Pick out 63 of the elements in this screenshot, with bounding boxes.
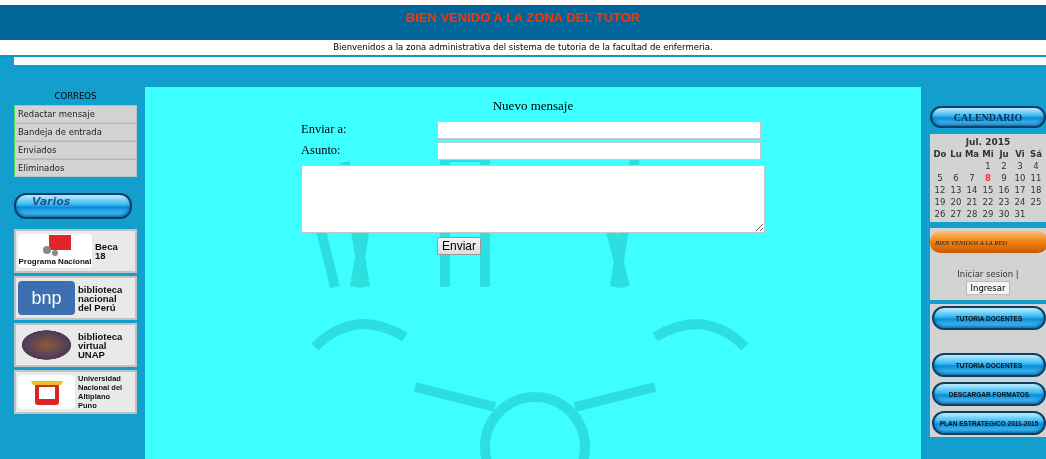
banner-text: Beca 18 [95,242,118,260]
calendar-day[interactable]: 23 [996,197,1012,207]
weekday-label: Ma [964,149,980,159]
calendar-day[interactable]: 28 [964,209,980,219]
logo-caption: Programa Nacional [18,257,92,266]
menu-item[interactable]: Bandeja de entrada [14,123,137,141]
logo-caption: bnp [31,287,62,309]
calendar-day[interactable]: 26 [932,209,948,219]
weekday-label: Vi [1014,149,1026,159]
section-pill: Varios [14,193,132,219]
calendar-day[interactable]: 17 [1012,185,1028,195]
login-button[interactable]: Ingresar [965,281,1011,295]
weekday-label: Sá [1029,149,1043,159]
weekday-label: Lu [949,149,963,159]
calendar-day[interactable]: 18 [1028,185,1044,195]
calendar-day[interactable]: 15 [980,185,996,195]
calendar-day[interactable]: 4 [1028,161,1044,171]
menu-item[interactable]: Eliminados [14,159,137,177]
calendar-month: Jul. 2015 [964,137,1012,147]
field-label: Asunto: [301,143,342,158]
calendar-day[interactable]: 14 [964,185,980,195]
calendar-day[interactable]: 3 [1012,161,1028,171]
calendar-day[interactable]: 1 [980,161,996,171]
weekday-label: Ju [998,149,1010,159]
link-banner[interactable]: biblioteca virtual UNAP [14,323,137,367]
calendar-day[interactable]: 20 [948,197,964,207]
calendar-day[interactable]: 12 [932,185,948,195]
menu-item[interactable]: Enviados [14,141,137,159]
calendar-day[interactable]: 29 [980,209,996,219]
send-button[interactable]: Enviar [437,237,481,255]
calendar-header: CALENDARIO [930,106,1046,128]
banner-text: biblioteca nacional del Perú [78,284,123,312]
menu-heading: CORREOS [53,90,98,103]
calendar-day[interactable]: 24 [1012,197,1028,207]
field-label: Enviar a: [301,122,348,137]
calendar-day[interactable]: 31 [1012,209,1028,219]
calendar-day[interactable]: 6 [948,173,964,183]
calendar-day[interactable]: 7 [964,173,980,183]
calendar-day[interactable]: 9 [996,173,1012,183]
calendar-day[interactable]: 27 [948,209,964,219]
message-field[interactable] [301,165,765,233]
input-field[interactable] [437,141,761,160]
calendar-day[interactable]: 5 [932,173,948,183]
calendar-day[interactable]: 11 [1028,173,1044,183]
calendar-day[interactable]: 16 [996,185,1012,195]
form-title: Nuevo mensaje [491,98,575,114]
calendar-day[interactable]: 21 [964,197,980,207]
calendar-day[interactable]: 10 [1012,173,1028,183]
calendar-day[interactable]: 13 [948,185,964,195]
calendar-day[interactable]: 30 [996,209,1012,219]
menu-item[interactable]: Redactar mensaje [14,105,137,123]
calendar-day[interactable]: 2 [996,161,1012,171]
page-title: BIEN VENIDO A LA ZONA DEL TUTOR [405,10,641,25]
weekday-label: Mi [981,149,995,159]
calendar-day[interactable]: 25 [1028,197,1044,207]
calendar-day[interactable]: 22 [980,197,996,207]
link-banner[interactable]: bnp biblioteca nacional del Perú [14,276,137,320]
input-field[interactable] [437,120,761,139]
weekday-label: Do [932,149,948,159]
link-banner[interactable]: Programa Nacional Beca 18 [14,229,137,273]
login-text: Iniciar sesion | [957,269,1019,279]
banner-text: biblioteca virtual UNAP [78,331,123,359]
calendar-day[interactable]: 19 [932,197,948,207]
